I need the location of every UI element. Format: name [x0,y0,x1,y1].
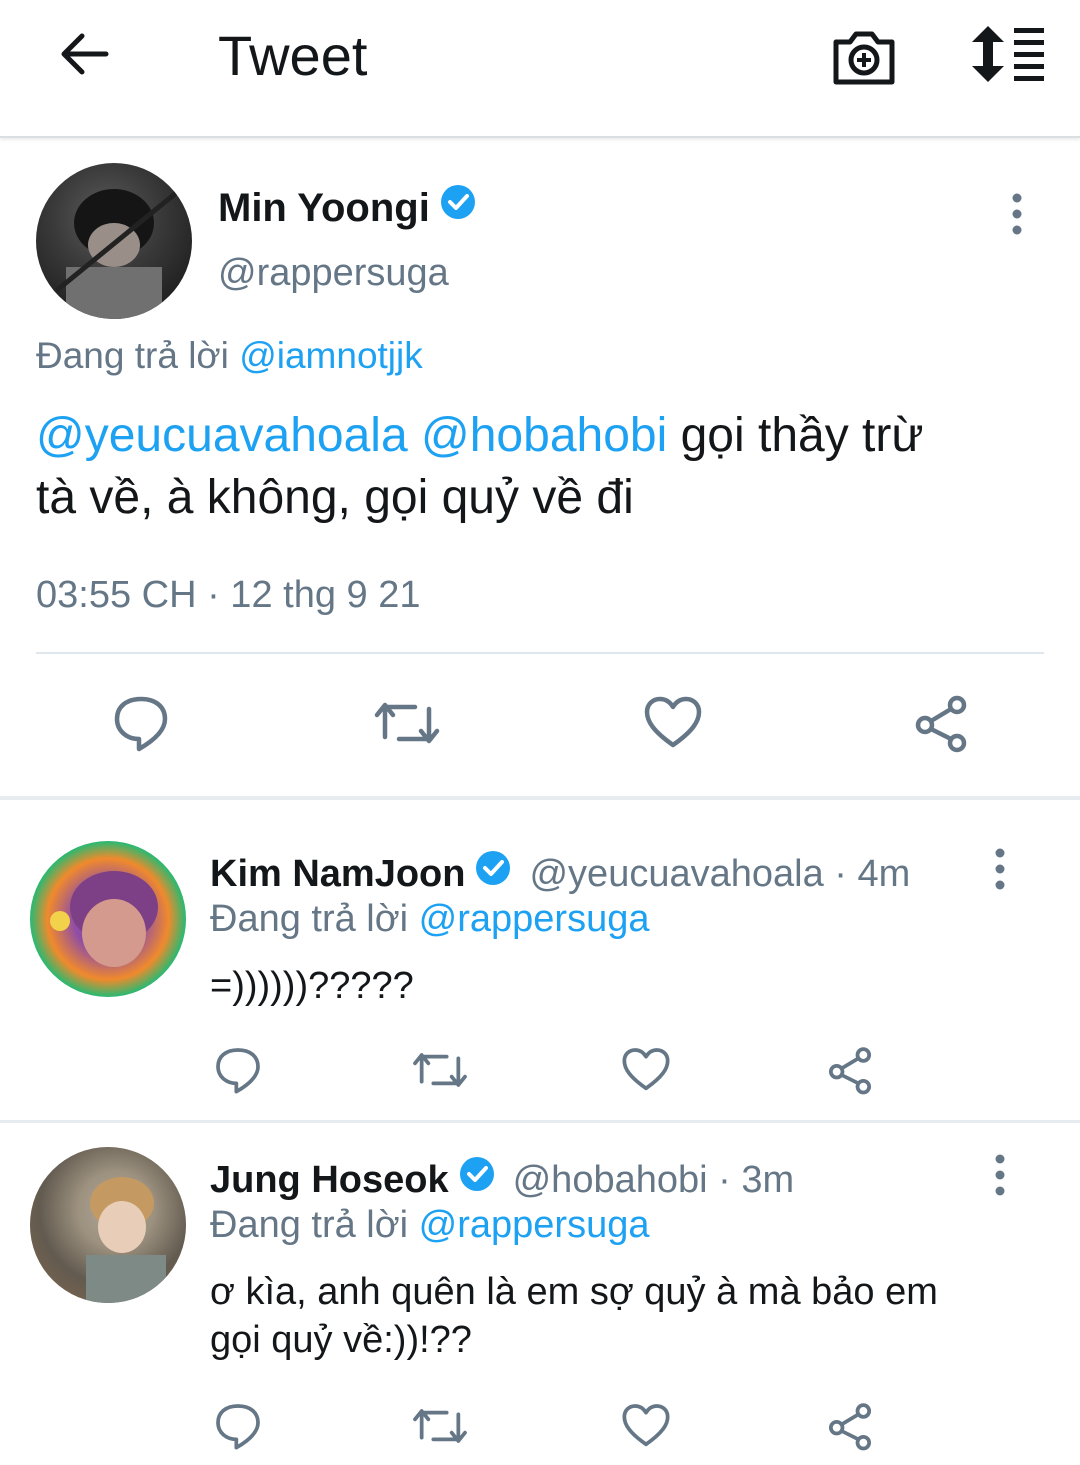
author-name[interactable]: Min Yoongi [218,182,478,233]
reply-icon[interactable] [210,1396,266,1456]
retweet-icon[interactable] [408,1040,472,1100]
tweet-timestamp[interactable]: 03:55 CH · 12 thg 9 21 [36,572,420,618]
verified-badge-icon [438,182,478,233]
reply-icon[interactable] [108,690,174,756]
tweet-text-part: tà về, à không, gọi quỷ về đi [36,471,634,524]
replying-to-link[interactable]: @iamnotjjk [239,335,423,376]
retweet-icon[interactable] [370,690,444,756]
replying-to-link[interactable]: @rappersuga [419,898,650,940]
reply-author-name[interactable]: Jung Hoseok [210,1157,449,1203]
verified-badge-icon [457,1154,497,1205]
reply-text: ơ kìa, anh quên là em sợ quỷ à mà bảo em… [210,1268,1030,1364]
reply-text-line: ơ kìa, anh quên là em sợ quỷ à mà bảo em [210,1271,938,1313]
replying-to-label: Đang trả lời [36,335,229,376]
replying-to-line: Đang trả lời @rappersuga [210,896,650,942]
divider [36,652,1044,654]
share-icon[interactable] [908,690,974,756]
top-app-bar: Tweet [0,0,1080,138]
reply-author-name[interactable]: Kim NamJoon [210,851,465,897]
replying-to-link[interactable]: @rappersuga [419,1204,650,1246]
replying-to-label: Đang trả lời [210,898,409,940]
reply-header: Kim NamJoon @yeucuavahoala · 4m [210,848,910,899]
like-icon[interactable] [618,1396,674,1456]
avatar[interactable] [36,163,192,319]
more-options-icon[interactable] [996,190,1038,238]
page-title: Tweet [218,24,368,87]
mention-link[interactable]: @yeucuavahoala [36,409,408,462]
share-icon[interactable] [822,1396,878,1456]
divider [0,796,1080,800]
author-handle[interactable]: @rappersuga [218,250,449,296]
author-name-text: Min Yoongi [218,185,430,230]
reply-text-line: gọi quỷ về:))!?? [210,1319,472,1361]
reply-icon[interactable] [210,1040,266,1100]
replying-to-label: Đang trả lời [210,1204,409,1246]
reply-actions [0,1396,1080,1456]
replying-to-line: Đang trả lời @iamnotjjk [36,334,423,378]
reply-text: =))))))????? [210,965,414,1007]
like-icon[interactable] [640,690,706,756]
share-icon[interactable] [822,1040,878,1100]
reply-author-handle[interactable]: @yeucuavahoala · 4m [529,851,910,897]
tweet-actions [0,690,1080,760]
replying-to-line: Đang trả lời @rappersuga [210,1202,650,1248]
sort-icon[interactable] [968,22,1048,86]
more-options-icon[interactable] [980,1151,1020,1199]
more-options-icon[interactable] [980,845,1020,893]
retweet-icon[interactable] [408,1396,472,1456]
avatar[interactable] [30,841,186,997]
reply-header: Jung Hoseok @hobahobi · 3m [210,1154,794,1205]
avatar[interactable] [30,1147,186,1303]
reply-author-handle[interactable]: @hobahobi · 3m [513,1157,795,1203]
tweet-text: @yeucuavahoala @hobahobi gọi thầy trừ tà… [36,405,1046,529]
divider [0,1120,1080,1123]
like-icon[interactable] [618,1040,674,1100]
tweet-text-part: gọi thầy trừ [667,409,924,462]
reply-actions [0,1040,1080,1100]
back-arrow-icon[interactable] [52,22,116,86]
camera-add-icon[interactable] [830,22,898,90]
verified-badge-icon [473,848,513,899]
mention-link[interactable]: @hobahobi [421,409,667,462]
